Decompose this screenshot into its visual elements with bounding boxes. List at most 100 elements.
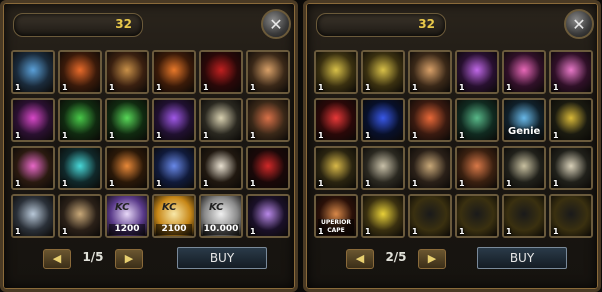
item-quantity: 1 — [506, 83, 512, 92]
gold-amount: 32 — [115, 17, 132, 31]
item-quantity: 1 — [156, 83, 162, 92]
item-quantity: 1 — [412, 227, 418, 236]
item-slot[interactable]: 1 — [455, 194, 499, 238]
item-slot[interactable]: 1 — [502, 146, 546, 190]
kc-label: KC — [209, 202, 224, 213]
item-slot[interactable]: 1 — [11, 146, 55, 190]
item-slot[interactable]: 1 — [246, 50, 290, 94]
item-slot[interactable]: 1 — [246, 98, 290, 142]
item-price-tag: 10.000 — [203, 224, 239, 235]
item-slot[interactable]: KC 2100 — [152, 194, 196, 238]
buy-button[interactable]: BUY — [477, 247, 567, 269]
item-grid: 1 1 1 1 1 1 1 1 1 1 1 1 1 1 1 1 1 1 1 1 KC 1200 KC 2100 KC 10.000… — [11, 50, 293, 240]
item-quantity: 1 — [459, 179, 465, 188]
item-quantity: 1 — [250, 131, 256, 140]
item-quantity: 1 — [553, 227, 559, 236]
prev-page-button[interactable]: ◀ — [346, 249, 374, 269]
item-slot[interactable]: 1 — [314, 50, 358, 94]
close-icon: ✕ — [269, 14, 283, 34]
close-button[interactable]: ✕ — [261, 9, 291, 39]
item-slot[interactable]: 1 — [361, 98, 405, 142]
shop-panel-right: 32 ✕ 1 1 1 1 1 1 1 1 1 1 Genie 1 1 1 1 1 1 1 UPERIOR CAPE 1… — [303, 0, 601, 292]
item-slot[interactable]: 1 — [361, 50, 405, 94]
item-slot[interactable]: KC 10.000 — [199, 194, 243, 238]
item-slot[interactable]: 1 — [408, 194, 452, 238]
item-quantity: 1 — [365, 131, 371, 140]
item-slot[interactable]: 1 — [152, 146, 196, 190]
arrow-right-icon: ▶ — [124, 252, 134, 265]
item-slot[interactable]: 1 — [455, 146, 499, 190]
item-price-tag: 2100 — [156, 224, 192, 235]
item-slot[interactable]: UPERIOR CAPE 1 — [314, 194, 358, 238]
item-grid: 1 1 1 1 1 1 1 1 1 1 Genie 1 1 1 1 1 1 1 UPERIOR CAPE 1 1 1 1 1 1 — [314, 50, 596, 240]
pagination: ◀ 2/5 ▶ — [346, 249, 446, 269]
next-page-button[interactable]: ▶ — [115, 249, 143, 269]
genie-label: Genie — [508, 126, 541, 137]
item-slot[interactable]: 1 — [455, 50, 499, 94]
item-quantity: 1 — [506, 227, 512, 236]
item-quantity: 1 — [15, 131, 21, 140]
buy-button[interactable]: BUY — [177, 247, 267, 269]
item-slot[interactable]: 1 — [246, 194, 290, 238]
item-slot[interactable]: 1 — [314, 98, 358, 142]
item-slot[interactable]: 1 — [455, 98, 499, 142]
item-slot[interactable]: 1 — [361, 194, 405, 238]
item-quantity: 1 — [365, 179, 371, 188]
item-slot[interactable]: 1 — [105, 98, 149, 142]
item-slot[interactable]: 1 — [361, 146, 405, 190]
item-slot[interactable]: 1 — [408, 146, 452, 190]
item-slot[interactable]: 1 — [105, 50, 149, 94]
item-slot[interactable]: 1 — [549, 50, 593, 94]
item-slot[interactable]: Genie — [502, 98, 546, 142]
item-slot[interactable]: 1 — [11, 194, 55, 238]
item-quantity: 1 — [109, 179, 115, 188]
item-slot[interactable]: 1 — [199, 50, 243, 94]
item-quantity: 1 — [412, 179, 418, 188]
item-slot[interactable]: 1 — [58, 50, 102, 94]
item-slot[interactable]: 1 — [314, 146, 358, 190]
item-quantity: 1 — [250, 179, 256, 188]
item-slot[interactable]: KC 1200 — [105, 194, 149, 238]
item-quantity: 1 — [156, 131, 162, 140]
item-slot[interactable]: 1 — [58, 194, 102, 238]
item-slot[interactable]: 1 — [152, 50, 196, 94]
item-slot[interactable]: 1 — [408, 98, 452, 142]
item-quantity: 1 — [459, 227, 465, 236]
item-quantity: 1 — [250, 227, 256, 236]
item-slot[interactable]: 1 — [549, 146, 593, 190]
item-quantity: 1 — [553, 131, 559, 140]
item-slot[interactable]: 1 — [199, 146, 243, 190]
item-quantity: 1 — [412, 131, 418, 140]
shop-windows: 32 ✕ 1 1 1 1 1 1 1 1 1 1 1 1 1 1 1 1 1 1 1 1 KC 1200 KC 2100 KC 1… — [0, 0, 602, 292]
item-slot[interactable]: 1 — [11, 50, 55, 94]
item-slot[interactable]: 1 — [549, 194, 593, 238]
item-quantity: 1 — [62, 83, 68, 92]
item-slot[interactable]: 1 — [152, 98, 196, 142]
item-slot[interactable]: 1 — [549, 98, 593, 142]
item-quantity: 1 — [156, 179, 162, 188]
item-slot[interactable]: 1 — [199, 98, 243, 142]
next-page-button[interactable]: ▶ — [418, 249, 446, 269]
item-slot[interactable]: 1 — [11, 98, 55, 142]
item-quantity: 1 — [203, 179, 209, 188]
item-slot[interactable]: 1 — [58, 146, 102, 190]
item-slot[interactable]: 1 — [408, 50, 452, 94]
gold-bar: 32 — [13, 13, 143, 37]
item-quantity: 1 — [203, 131, 209, 140]
item-quantity: 1 — [506, 179, 512, 188]
item-slot[interactable]: 1 — [502, 50, 546, 94]
item-quantity: 1 — [459, 83, 465, 92]
prev-page-button[interactable]: ◀ — [43, 249, 71, 269]
item-slot[interactable]: 1 — [246, 146, 290, 190]
close-button[interactable]: ✕ — [564, 9, 594, 39]
item-price-tag: 1200 — [109, 224, 145, 235]
item-slot[interactable]: 1 — [502, 194, 546, 238]
item-slot[interactable]: 1 — [58, 98, 102, 142]
pagination: ◀ 1/5 ▶ — [43, 249, 143, 269]
close-icon: ✕ — [572, 14, 586, 34]
item-quantity: 1 — [318, 83, 324, 92]
item-quantity: 1 — [365, 227, 371, 236]
arrow-left-icon: ◀ — [355, 252, 365, 265]
item-slot[interactable]: 1 — [105, 146, 149, 190]
item-quantity: 1 — [553, 179, 559, 188]
